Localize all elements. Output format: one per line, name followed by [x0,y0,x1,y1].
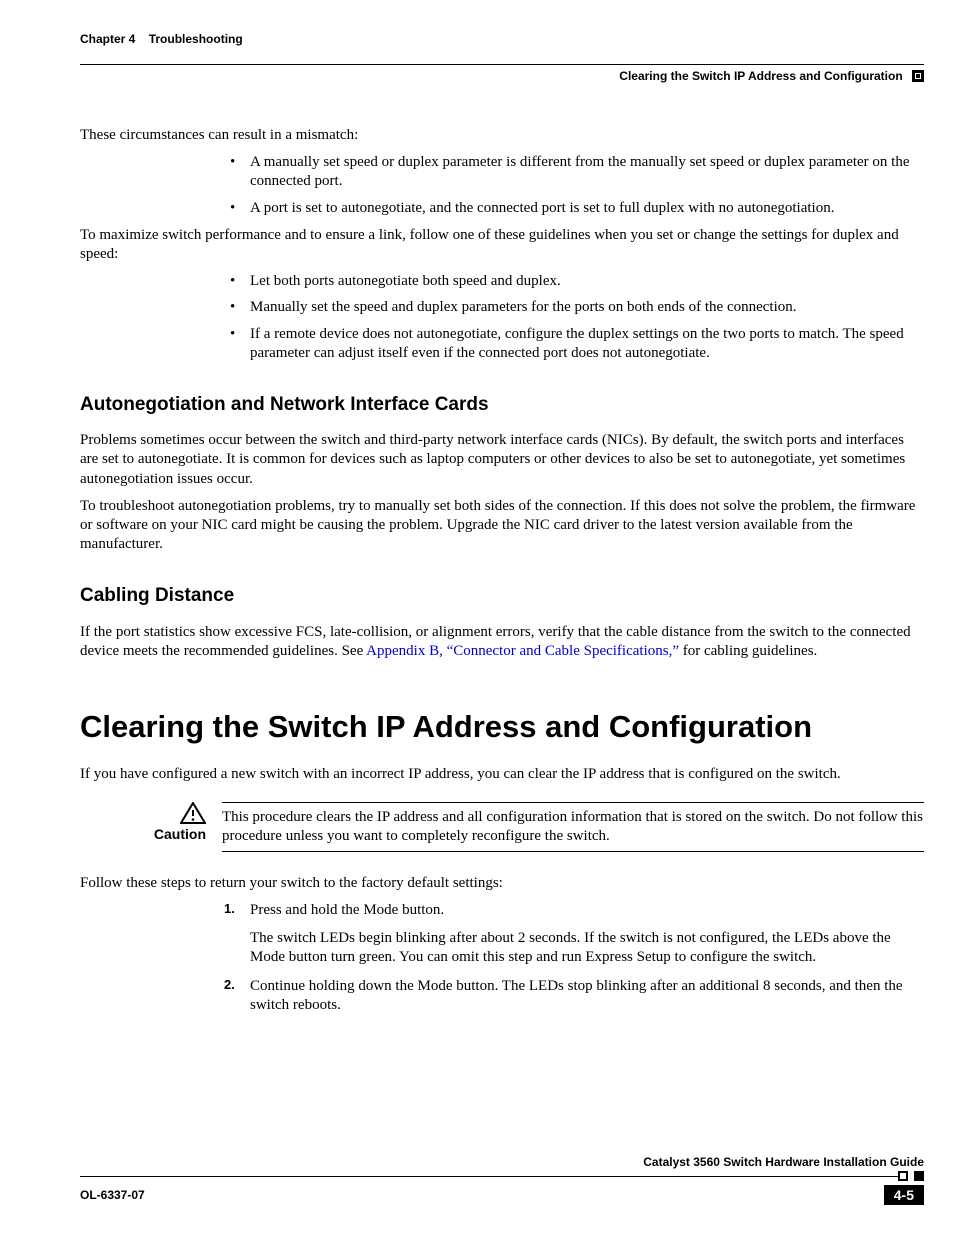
step-1: Press and hold the Mode button. The swit… [222,901,924,967]
intro-lead: These circumstances can result in a mism… [80,126,924,145]
mismatch-list: A manually set speed or duplex parameter… [80,153,924,218]
page-footer: Catalyst 3560 Switch Hardware Installati… [80,1155,924,1205]
page-body: These circumstances can result in a mism… [80,126,924,1025]
sec1-p1: Problems sometimes occur between the swi… [80,431,924,489]
list-item: Let both ports autonegotiate both speed … [222,272,924,291]
footer-marker-icon [914,1171,924,1181]
intro-mid: To maximize switch performance and to en… [80,226,924,264]
header-section-title: Clearing the Switch IP Address and Confi… [619,69,902,83]
step-subtext: The switch LEDs begin blinking after abo… [250,929,924,967]
step-text: Press and hold the Mode button. [250,902,444,918]
main-p1: If you have configured a new switch with… [80,765,924,784]
list-item: A manually set speed or duplex parameter… [222,153,924,191]
appendix-link[interactable]: Appendix B, “Connector and Cable Specifi… [366,643,679,659]
footer-marker-icon [898,1171,908,1181]
header-marker-icon [912,70,924,82]
chapter-label: Chapter 4 [80,32,135,46]
footer-docnum: OL-6337-07 [80,1188,145,1202]
subheading-cabling: Cabling Distance [80,584,924,608]
steps-list: Press and hold the Mode button. The swit… [80,901,924,1015]
caution-icon [180,802,206,824]
list-item: If a remote device does not autonegotiat… [222,325,924,363]
step-text: Continue holding down the Mode button. T… [250,978,903,1013]
footer-guide-title: Catalyst 3560 Switch Hardware Installati… [643,1155,924,1169]
guidelines-list: Let both ports autonegotiate both speed … [80,272,924,363]
page-number-badge: 4-5 [884,1185,924,1205]
list-item: A port is set to autonegotiate, and the … [222,199,924,218]
sec1-p2: To troubleshoot autonegotiation problems… [80,497,924,555]
subheading-autonegotiation: Autonegotiation and Network Interface Ca… [80,393,924,417]
caution-text: This procedure clears the IP address and… [222,802,924,852]
main-heading: Clearing the Switch IP Address and Confi… [80,707,924,747]
main-p2: Follow these steps to return your switch… [80,874,924,893]
step-2: Continue holding down the Mode button. T… [222,977,924,1015]
sec2-p: If the port statistics show excessive FC… [80,623,924,661]
caution-block: Caution This procedure clears the IP add… [80,802,924,852]
page-header: Chapter 4 Troubleshooting Clearing the S… [80,32,924,83]
list-item: Manually set the speed and duplex parame… [222,298,924,317]
caution-label: Caution [80,826,206,844]
sec2-text-post: for cabling guidelines. [679,643,817,659]
chapter-title: Troubleshooting [149,32,243,46]
